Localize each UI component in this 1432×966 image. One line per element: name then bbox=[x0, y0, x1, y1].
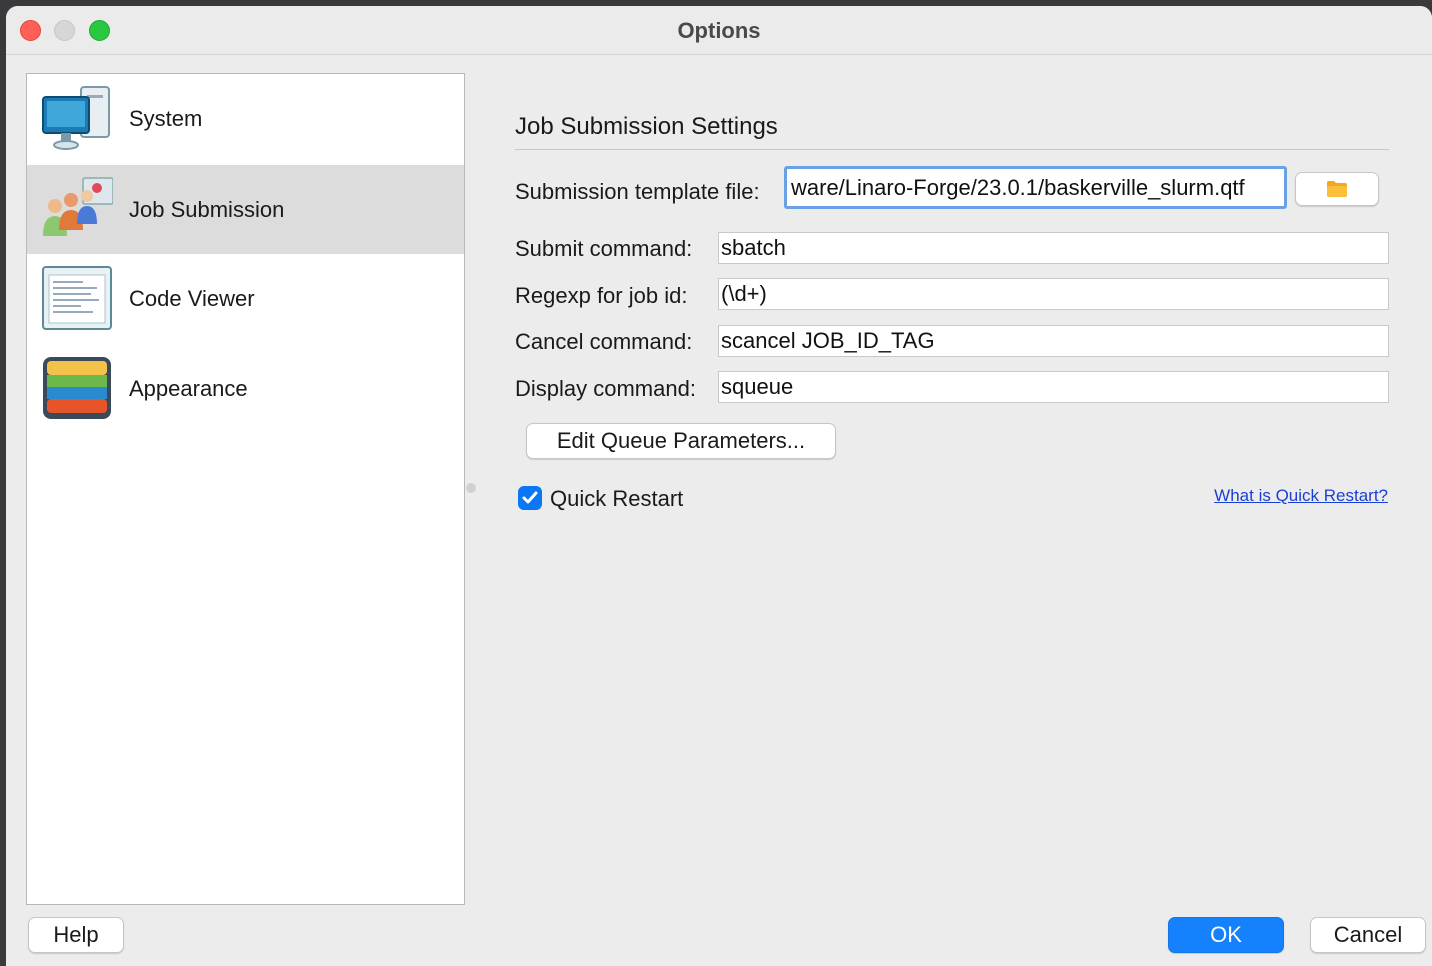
document-icon bbox=[42, 265, 112, 330]
options-sidebar: System Job Submission Code Viewer Appear… bbox=[26, 73, 465, 905]
palette-icon bbox=[43, 356, 111, 419]
submit-command-label: Submit command: bbox=[515, 236, 693, 261]
sidebar-item-code-viewer[interactable]: Code Viewer bbox=[27, 254, 464, 343]
computer-icon bbox=[42, 85, 110, 150]
section-title: Job Submission Settings bbox=[515, 113, 778, 140]
cancel-command-input[interactable]: scancel JOB_ID_TAG bbox=[718, 325, 1389, 357]
display-command-input[interactable]: squeue bbox=[718, 371, 1389, 403]
cancel-button[interactable]: Cancel bbox=[1310, 917, 1426, 953]
folder-icon bbox=[1327, 181, 1347, 197]
window-title: Options bbox=[677, 18, 761, 43]
regexp-label: Regexp for job id: bbox=[515, 283, 688, 308]
sidebar-item-job-submission[interactable]: Job Submission bbox=[27, 165, 464, 254]
quick-restart-label: Quick Restart bbox=[550, 486, 684, 511]
sidebar-item-system[interactable]: System bbox=[27, 74, 464, 163]
checkmark-icon bbox=[522, 491, 538, 504]
template-file-label: Submission template file: bbox=[515, 179, 760, 204]
options-window: Options System Job Submission Code Viewe… bbox=[6, 6, 1432, 966]
sidebar-item-label: System bbox=[129, 105, 203, 131]
sidebar-item-label: Appearance bbox=[129, 375, 248, 401]
quick-restart-checkbox[interactable] bbox=[518, 486, 542, 510]
display-command-label: Display command: bbox=[515, 376, 696, 401]
section-divider bbox=[515, 149, 1389, 150]
title-bar: Options bbox=[6, 6, 1432, 55]
browse-button[interactable] bbox=[1295, 172, 1379, 206]
sidebar-item-appearance[interactable]: Appearance bbox=[27, 344, 464, 433]
help-button[interactable]: Help bbox=[28, 917, 124, 953]
users-icon bbox=[43, 176, 113, 236]
sidebar-item-label: Code Viewer bbox=[129, 285, 255, 311]
submit-command-input[interactable]: sbatch bbox=[718, 232, 1389, 264]
regexp-input[interactable]: (\d+) bbox=[718, 278, 1389, 310]
sidebar-item-label: Job Submission bbox=[129, 196, 285, 222]
split-handle[interactable] bbox=[466, 483, 476, 493]
template-file-input[interactable]: ware/Linaro-Forge/23.0.1/baskerville_slu… bbox=[784, 166, 1287, 209]
ok-button[interactable]: OK bbox=[1168, 917, 1284, 953]
edit-queue-parameters-button[interactable]: Edit Queue Parameters... bbox=[526, 423, 836, 459]
cancel-command-label: Cancel command: bbox=[515, 329, 693, 354]
what-is-quick-restart-link[interactable]: What is Quick Restart? bbox=[1214, 486, 1388, 506]
